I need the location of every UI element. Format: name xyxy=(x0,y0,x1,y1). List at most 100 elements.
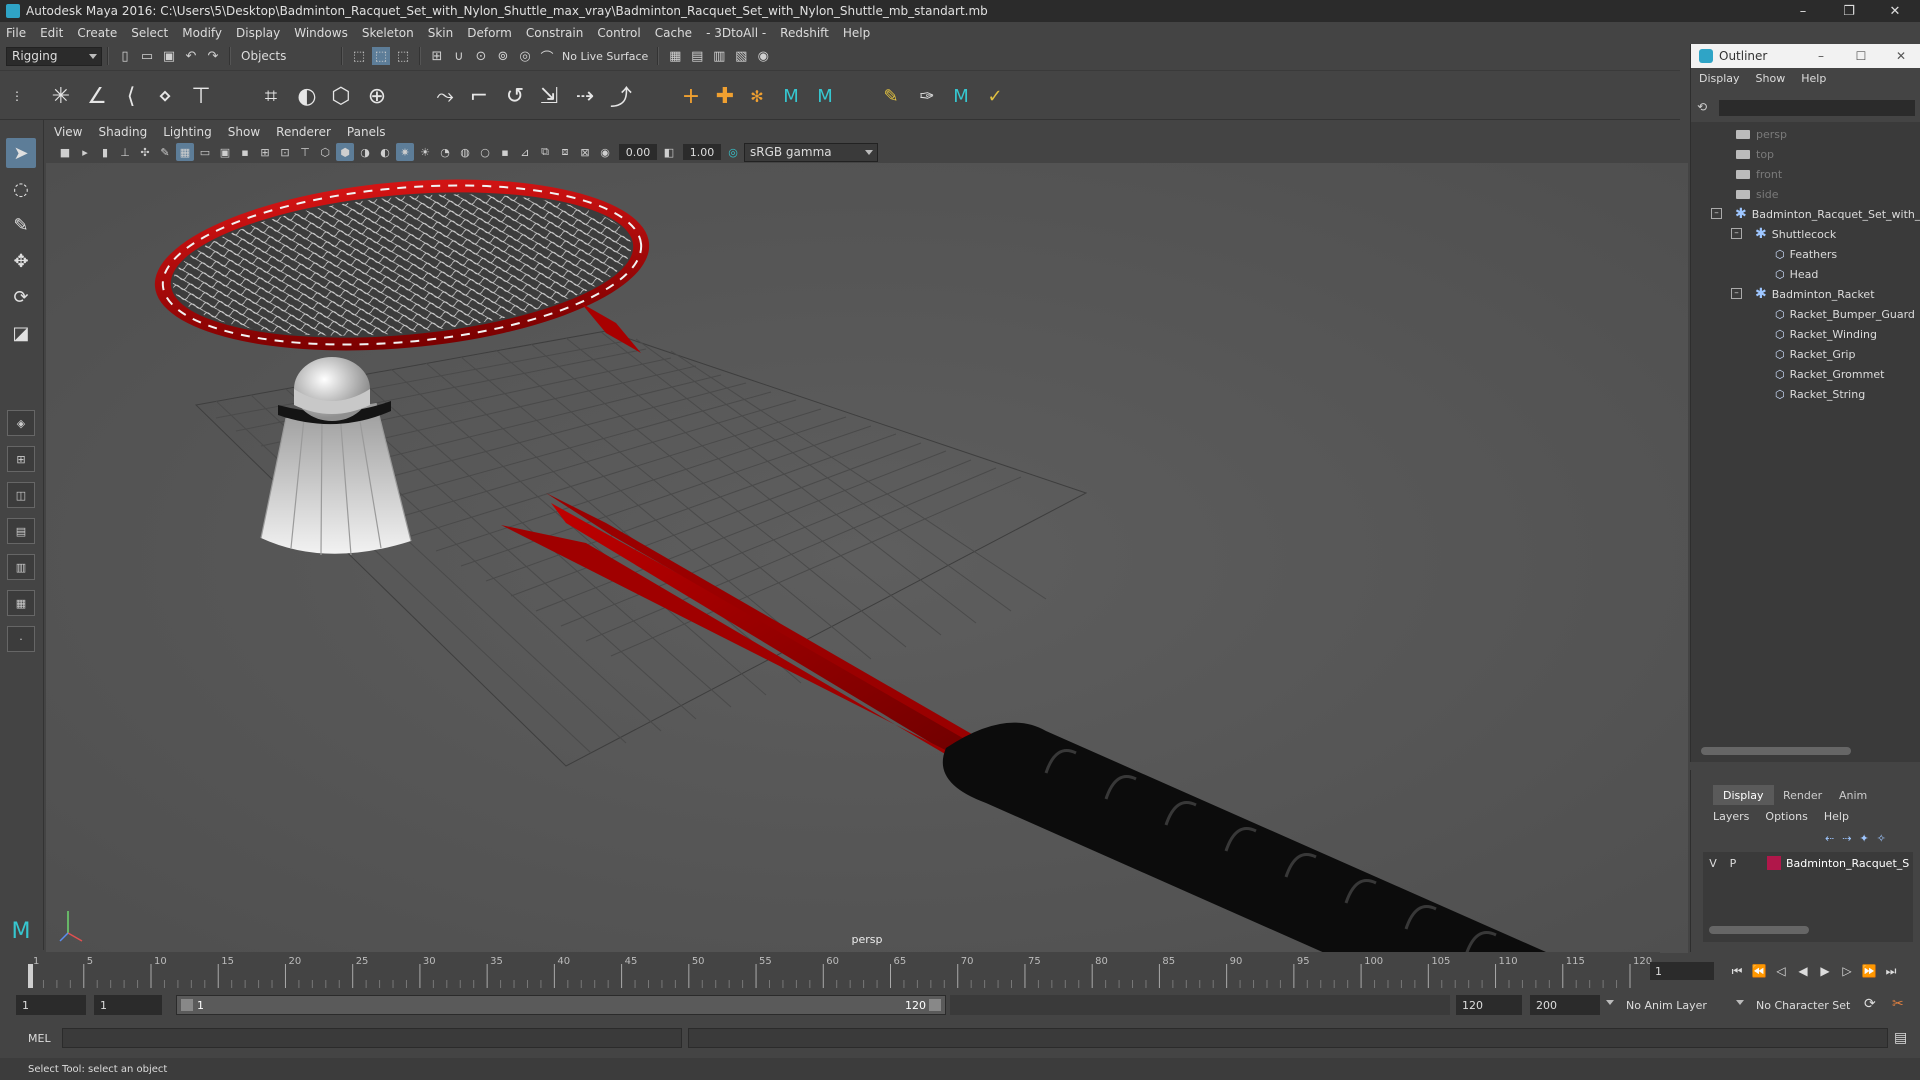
menu-control[interactable]: Control xyxy=(597,26,640,40)
ipr-render-icon[interactable]: ▥ xyxy=(710,47,728,65)
wireframe-icon[interactable]: ⬡ xyxy=(316,143,334,161)
panel-menu-renderer[interactable]: Renderer xyxy=(276,125,331,139)
sculpt-brush-icon[interactable]: ✑ xyxy=(912,81,942,111)
range-slider-end-handle[interactable] xyxy=(929,999,941,1011)
aim-constraint-icon[interactable]: ⇢ xyxy=(570,81,600,111)
move-layer-down-icon[interactable]: ⇢ xyxy=(1842,832,1851,845)
layer-menu-help[interactable]: Help xyxy=(1824,810,1849,823)
two-d-pan-icon[interactable]: ✣ xyxy=(136,143,154,161)
menu-constrain[interactable]: Constrain xyxy=(526,26,584,40)
snap-view-icon[interactable]: ⊚ xyxy=(494,47,512,65)
wireframe-on-shaded-icon[interactable]: ◑ xyxy=(356,143,374,161)
current-time-indicator[interactable] xyxy=(28,964,33,988)
step-forward-icon[interactable]: ⏩ xyxy=(1860,962,1878,980)
expand-toggle[interactable]: – xyxy=(1711,208,1722,219)
undo-icon[interactable]: ↶ xyxy=(182,47,200,65)
open-scene-icon[interactable]: ▭ xyxy=(138,47,156,65)
orient-constraint-icon[interactable]: ↺ xyxy=(500,81,530,111)
mirror-joint-icon[interactable]: ⊤ xyxy=(186,81,216,111)
playback-end-field[interactable]: 120 xyxy=(1456,995,1522,1015)
close-button[interactable]: ✕ xyxy=(1872,0,1918,22)
paint-brush-icon[interactable]: ✎ xyxy=(876,81,906,111)
outliner-item-persp[interactable]: persp xyxy=(1736,124,1787,144)
menu-file[interactable]: File xyxy=(6,26,26,40)
minimize-button[interactable]: – xyxy=(1780,0,1826,22)
chevron-down-icon[interactable] xyxy=(1736,1000,1744,1005)
play-forwards-icon[interactable]: ▶ xyxy=(1816,962,1834,980)
view-transform-dropdown[interactable]: sRGB gamma xyxy=(744,142,878,162)
paint-select-tool-icon[interactable]: ✎ xyxy=(6,210,36,240)
outliner-item-racket-string[interactable]: ⬡ Racket_String xyxy=(1775,384,1865,404)
bookmark-icon[interactable]: ▮ xyxy=(96,143,114,161)
insert-joint-icon[interactable]: ⋄ xyxy=(150,81,180,111)
live-surface-label[interactable]: No Live Surface xyxy=(562,50,648,63)
layer-menu-options[interactable]: Options xyxy=(1765,810,1807,823)
range-slider[interactable]: 1 120 xyxy=(176,995,946,1015)
command-language-label[interactable]: MEL xyxy=(28,1032,51,1045)
snap-surface-icon[interactable]: ◎ xyxy=(516,47,534,65)
tab-render[interactable]: Render xyxy=(1773,785,1832,805)
outliner-item-racket-grommet[interactable]: ⬡ Racket_Grommet xyxy=(1775,364,1884,384)
outliner-item-root[interactable]: ✱ Badminton_Racquet_Set_with_ xyxy=(1735,204,1920,224)
outliner-horizontal-scrollbar[interactable] xyxy=(1701,747,1851,755)
ik-spline-icon[interactable]: ⟨ xyxy=(116,81,146,111)
scale-constraint-icon[interactable]: ⇲ xyxy=(534,81,564,111)
menu-windows[interactable]: Windows xyxy=(294,26,348,40)
xray-components-icon[interactable]: ⊠ xyxy=(576,143,594,161)
move-layer-up-icon[interactable]: ⇠ xyxy=(1825,832,1834,845)
maya-shelf-icon-3[interactable]: M xyxy=(946,81,976,111)
step-forward-key-icon[interactable]: ▷ xyxy=(1838,962,1856,980)
lattice-icon[interactable]: ⬡ xyxy=(326,81,356,111)
outliner-item-side[interactable]: side xyxy=(1736,184,1779,204)
menu-edit[interactable]: Edit xyxy=(40,26,63,40)
maya-shelf-icon[interactable]: M xyxy=(776,81,806,111)
film-gate-icon[interactable]: ▭ xyxy=(196,143,214,161)
outliner-item-racket-bumper-guard[interactable]: ⬡ Racket_Bumper_Guard xyxy=(1775,304,1915,324)
create-node-icon[interactable]: ✚ xyxy=(710,81,740,111)
outliner-menu-display[interactable]: Display xyxy=(1699,72,1740,85)
menu-display[interactable]: Display xyxy=(236,26,280,40)
save-scene-icon[interactable]: ▣ xyxy=(160,47,178,65)
command-input[interactable] xyxy=(62,1028,682,1048)
outliner-maximize-button[interactable]: ☐ xyxy=(1841,44,1881,68)
select-object-icon[interactable]: ⬚ xyxy=(372,47,390,65)
new-layer-selected-icon[interactable]: ✧ xyxy=(1877,832,1886,845)
textured-icon[interactable]: ◐ xyxy=(376,143,394,161)
panel-menu-show[interactable]: Show xyxy=(228,125,260,139)
render-settings-icon[interactable]: ▧ xyxy=(732,47,750,65)
use-all-lights-icon[interactable]: ✷ xyxy=(396,143,414,161)
hik-icon[interactable]: ✻ xyxy=(742,81,772,111)
grid-toggle-icon[interactable]: ▦ xyxy=(176,143,194,161)
four-pane-layout-icon[interactable]: ⊞ xyxy=(7,446,35,472)
expand-toggle[interactable]: – xyxy=(1731,288,1742,299)
new-layer-icon[interactable]: ✦ xyxy=(1859,832,1868,845)
tab-display[interactable]: Display xyxy=(1713,785,1774,805)
paint-weights-icon[interactable]: ◐ xyxy=(292,81,322,111)
skin-bind-icon[interactable]: ⌗ xyxy=(256,81,286,111)
snap-curve-icon[interactable]: ∪ xyxy=(450,47,468,65)
snap-grid-icon[interactable]: ⊞ xyxy=(428,47,446,65)
panel-menu-view[interactable]: View xyxy=(54,125,82,139)
menu-3dtoall[interactable]: - 3DtoAll - xyxy=(706,26,766,40)
select-component-icon[interactable]: ⬚ xyxy=(394,47,412,65)
cluster-icon[interactable]: ⊕ xyxy=(362,81,392,111)
outliner-persp-layout-icon[interactable]: ▤ xyxy=(7,518,35,544)
select-camera-icon[interactable]: ■ xyxy=(56,143,74,161)
rotate-tool-icon[interactable]: ⟳ xyxy=(6,282,36,312)
expand-toggle[interactable]: – xyxy=(1731,228,1742,239)
lasso-tool-icon[interactable]: ◌ xyxy=(6,174,36,204)
motion-blur-icon[interactable]: ◍ xyxy=(456,143,474,161)
image-plane-icon[interactable]: ⊥ xyxy=(116,143,134,161)
select-hierarchy-icon[interactable]: ⬚ xyxy=(350,47,368,65)
gate-mask-icon[interactable]: ▪ xyxy=(236,143,254,161)
perspective-viewport[interactable]: persp xyxy=(46,163,1688,953)
hypershade-icon[interactable]: ◉ xyxy=(754,47,772,65)
menu-modify[interactable]: Modify xyxy=(182,26,222,40)
script-editor-icon[interactable]: ▤ xyxy=(1894,1030,1907,1046)
render-view-icon[interactable]: ▤ xyxy=(688,47,706,65)
outliner-item-feathers[interactable]: ⬡ Feathers xyxy=(1775,244,1837,264)
go-to-start-icon[interactable]: ⏮ xyxy=(1728,962,1746,980)
two-pane-layout-icon[interactable]: ◫ xyxy=(7,482,35,508)
exposure-field[interactable]: 0.00 xyxy=(619,144,657,160)
panel-menu-shading[interactable]: Shading xyxy=(98,125,147,139)
